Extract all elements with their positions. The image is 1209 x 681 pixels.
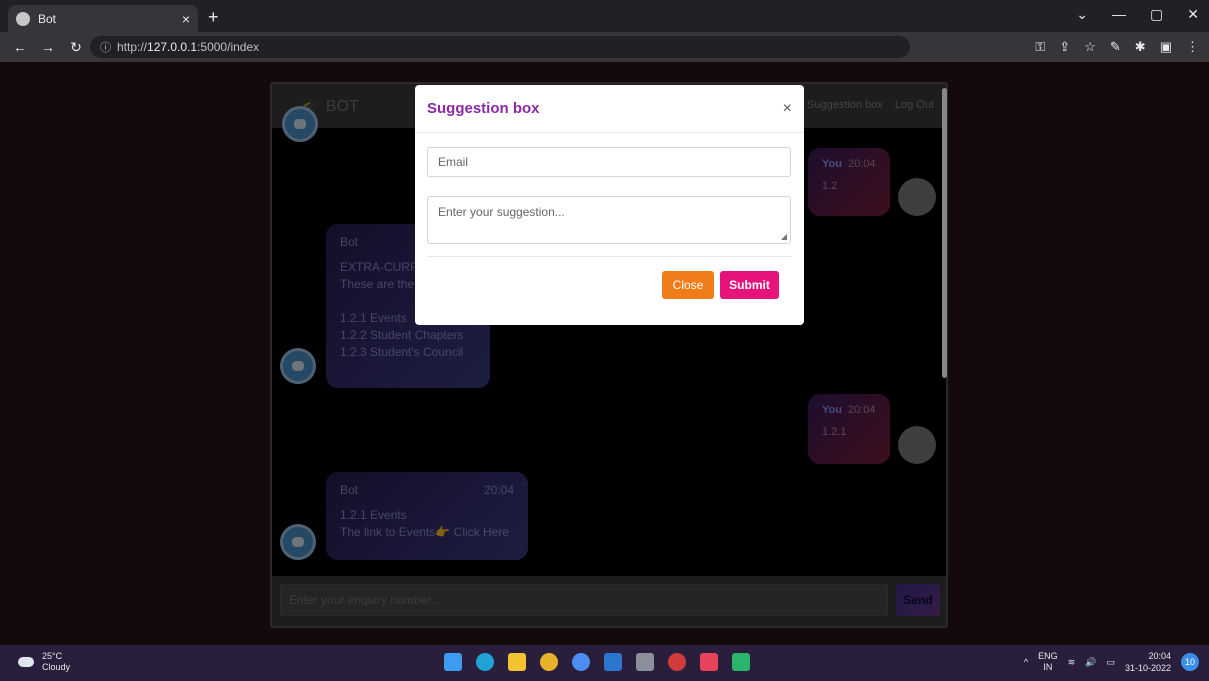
key-icon[interactable]: ⚿ [1035,39,1045,55]
address-bar[interactable]: ⓘ http://127.0.0.1:5000/index [90,36,910,58]
chrome-icon[interactable] [540,653,558,671]
battery-icon[interactable]: ▭ [1106,657,1115,668]
browser-tab[interactable]: Bot × [8,5,198,32]
clock[interactable]: 20:04 31-10-2022 [1125,650,1171,674]
modal-header: Suggestion box × [415,85,804,133]
resize-handle-icon[interactable]: ◢ [781,232,787,241]
language: ENG [1038,651,1058,661]
region: IN [1043,662,1053,672]
url-prefix: http:// [117,40,148,54]
close-button[interactable]: Close [662,271,714,299]
tab-close-icon[interactable]: × [182,11,190,27]
maximize-button[interactable]: ▢ [1150,6,1163,23]
edge-icon[interactable] [476,653,494,671]
bot-favicon-icon [16,11,30,26]
system-tray: ^ ENG IN ≋ 🔊 ▭ 20:04 31-10-2022 10 [1024,650,1199,674]
url-host: 127.0.0.1 [147,40,198,54]
browser-toolbar: ← → ↻ ⓘ http://127.0.0.1:5000/index ⚿ ⇪ … [0,32,1209,62]
os-taskbar: 25°C Cloudy ^ ENG IN ≋ 🔊 ▭ 20:04 31-10-2… [0,645,1209,681]
suggestion-textarea[interactable]: Enter your suggestion... ◢ [427,196,791,244]
suggestion-placeholder: Enter your suggestion... [438,205,565,219]
url-path: :5000/index [197,40,260,54]
share-icon[interactable]: ⇪ [1059,39,1070,55]
tab-search-icon[interactable]: ⌄ [1076,6,1088,23]
taskbar-apps [444,653,750,671]
new-tab-button[interactable]: + [208,7,219,28]
browser-tab-bar: Bot × + ⌄ — ▢ ✕ [0,0,1209,32]
forward-arrow-icon[interactable]: → [40,39,56,55]
modal-close-icon[interactable]: × [783,100,792,118]
bookmark-star-icon[interactable]: ☆ [1084,39,1096,55]
reload-icon[interactable]: ↻ [68,39,84,56]
modal-title: Suggestion box [427,100,540,117]
notification-badge[interactable]: 10 [1181,653,1199,671]
submit-button[interactable]: Submit [720,271,779,299]
store-icon[interactable] [604,653,622,671]
windows-start-icon[interactable] [444,653,462,671]
clock-date: 31-10-2022 [1124,663,1171,673]
puzzle-icon[interactable]: ✱ [1135,39,1146,55]
clock-time: 20:04 [1148,651,1171,661]
weather-condition: Cloudy [42,662,71,672]
suggestion-modal: Suggestion box × Email Enter your sugges… [415,85,804,325]
weather-widget[interactable]: 25°C Cloudy [18,651,70,673]
tab-title: Bot [38,11,57,26]
modal-divider [427,256,791,257]
chat-scrollbar[interactable] [942,88,947,378]
chrome-profile-icon[interactable] [572,653,590,671]
temperature: 25°C [42,651,63,661]
extension-icon[interactable]: ✎ [1110,39,1121,55]
menu-dots-icon[interactable]: ⋮ [1186,39,1199,55]
email-field[interactable]: Email [427,147,791,177]
pinterest-icon[interactable] [668,653,686,671]
tray-chevron-icon[interactable]: ^ [1024,657,1028,667]
close-window-button[interactable]: ✕ [1187,6,1199,23]
pycharm-icon[interactable] [732,653,750,671]
back-arrow-icon[interactable]: ← [12,39,28,55]
site-info-icon[interactable]: ⓘ [100,39,111,55]
app-icon[interactable] [700,653,718,671]
settings-icon[interactable] [636,653,654,671]
side-panel-icon[interactable]: ▣ [1160,39,1172,55]
minimize-button[interactable]: — [1112,6,1126,23]
language-indicator[interactable]: ENG IN [1038,651,1058,673]
wifi-icon[interactable]: ≋ [1068,657,1076,668]
volume-icon[interactable]: 🔊 [1085,657,1096,668]
cloud-icon [18,657,34,667]
extension-icons: ⚿ ⇪ ☆ ✎ ✱ ▣ ⋮ [1035,39,1199,55]
window-controls: ⌄ — ▢ ✕ [1076,6,1199,23]
file-explorer-icon[interactable] [508,653,526,671]
